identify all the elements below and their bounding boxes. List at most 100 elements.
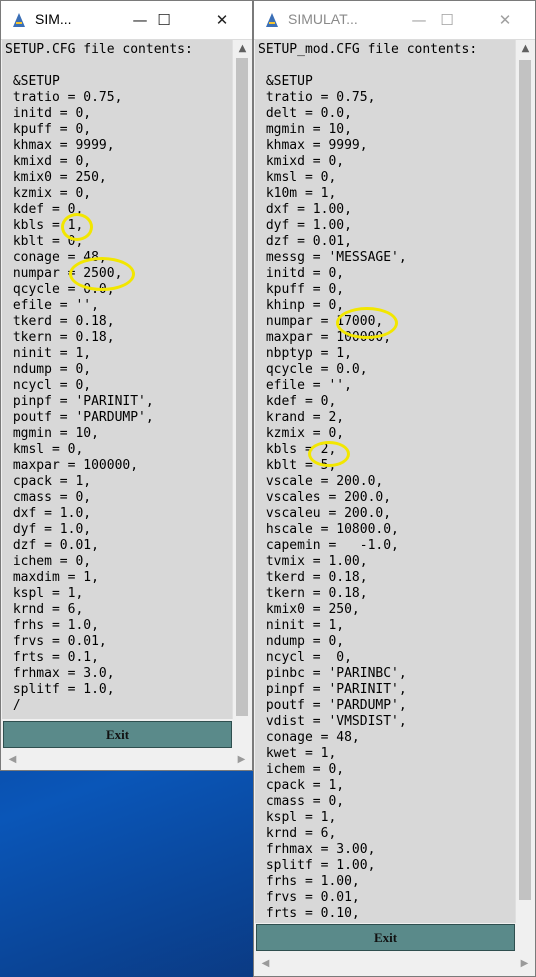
right-vertical-scrollbar[interactable]: ▲ (515, 40, 535, 923)
config-line: maxdim = 1, (5, 570, 99, 585)
left-vertical-scrollbar[interactable]: ▲ (232, 40, 252, 719)
scroll-left-arrow-icon[interactable]: ◀ (4, 751, 21, 768)
scroll-left-arrow-icon[interactable]: ◀ (257, 955, 274, 972)
right-scroll-thumb[interactable] (519, 60, 531, 900)
config-line: tkern = 0.18, (5, 330, 115, 345)
config-line: khmax = 9999, (5, 138, 115, 153)
config-line: frts = 0.1, (5, 650, 99, 665)
config-line: nbptyp = 1, (258, 346, 352, 361)
config-line: &SETUP (5, 74, 60, 89)
config-line: kbls = 1, (5, 218, 84, 233)
left-window-title: SIM... (35, 11, 72, 27)
config-line: vscales = 200.0, (258, 490, 392, 505)
highlight-numpar-left (69, 257, 135, 291)
config-line: kmixd = 0, (258, 154, 345, 169)
config-line: ichem = 0, (5, 554, 92, 569)
config-line: frts = 0.10, (258, 906, 360, 921)
config-line: / (5, 698, 21, 713)
config-line: kspl = 1, (258, 810, 337, 825)
config-line: frhmax = 3.00, (258, 842, 376, 857)
config-line: tkerd = 0.18, (258, 570, 368, 585)
scroll-up-arrow-icon[interactable]: ▲ (516, 40, 535, 57)
config-line: dyf = 1.00, (258, 218, 352, 233)
config-line: frhs = 1.0, (5, 618, 99, 633)
config-line: dyf = 1.0, (5, 522, 92, 537)
left-scroll-thumb[interactable] (236, 58, 248, 716)
config-line: kbls = 2, (258, 442, 337, 457)
config-line: kmix0 = 250, (5, 170, 107, 185)
config-line (5, 58, 233, 74)
config-line: dzf = 0.01, (5, 538, 99, 553)
left-title-bar[interactable]: SIM... — ☐ ✕ (1, 1, 252, 40)
config-line: SETUP_mod.CFG file contents: (258, 42, 478, 57)
config-line: poutf = 'PARDUMP', (258, 698, 407, 713)
config-line: khmax = 9999, (258, 138, 368, 153)
config-line: ninit = 1, (5, 346, 92, 361)
right-title-bar[interactable]: SIMULAT... — ☐ ✕ (254, 1, 535, 40)
close-button[interactable]: ✕ (482, 1, 528, 39)
config-line: tvmix = 1.00, (258, 554, 368, 569)
config-line: qcycle = 0.0, (258, 362, 368, 377)
config-line: maxpar = 100000, (5, 458, 139, 473)
config-line: vscale = 200.0, (258, 474, 384, 489)
config-line: dzf = 0.01, (258, 234, 352, 249)
right-exit-button[interactable]: Exit (256, 924, 515, 951)
left-text-area[interactable]: SETUP.CFG file contents: &SETUP tratio =… (2, 40, 252, 719)
config-line: mgmin = 10, (258, 122, 352, 137)
highlight-numpar-right (336, 307, 398, 339)
config-line: cpack = 1, (258, 778, 345, 793)
config-line: dxf = 1.0, (5, 506, 92, 521)
config-line: messg = 'MESSAGE', (258, 250, 407, 265)
config-line: ncycl = 0, (258, 650, 352, 665)
config-line: frhs = 1.00, (258, 874, 360, 889)
config-line: kdef = 0, (258, 394, 337, 409)
left-exit-button[interactable]: Exit (3, 721, 232, 748)
config-line: ncycl = 0, (5, 378, 92, 393)
close-button[interactable]: ✕ (199, 1, 245, 39)
right-horizontal-scrollbar[interactable]: ◀ ▶ (255, 955, 535, 972)
config-line: ichem = 0, (258, 762, 345, 777)
config-line: efile = '', (258, 378, 352, 393)
config-line: pinpf = 'PARINIT', (258, 682, 407, 697)
config-line: delt = 0.0, (258, 106, 352, 121)
config-line: frvs = 0.01, (5, 634, 107, 649)
config-line: splitf = 1.0, (5, 682, 115, 697)
maximize-button[interactable]: ☐ (424, 1, 470, 39)
python-feather-icon (13, 13, 25, 27)
maximize-button[interactable]: ☐ (141, 1, 187, 39)
config-line: ninit = 1, (258, 618, 345, 633)
scroll-up-arrow-icon[interactable]: ▲ (233, 40, 252, 57)
config-line: vscaleu = 200.0, (258, 506, 392, 521)
config-line: vdist = 'VMSDIST', (258, 714, 407, 729)
config-line: cmass = 0, (258, 794, 345, 809)
right-text-area[interactable]: SETUP_mod.CFG file contents: &SETUP trat… (255, 40, 535, 923)
config-line: kzmix = 0, (258, 426, 345, 441)
left-horizontal-scrollbar[interactable]: ◀ ▶ (2, 751, 252, 768)
config-line: mgmin = 10, (5, 426, 99, 441)
config-line: splitf = 1.00, (258, 858, 376, 873)
scroll-right-arrow-icon[interactable]: ▶ (233, 751, 250, 768)
right-window: SIMULAT... — ☐ ✕ SETUP_mod.CFG file cont… (253, 0, 536, 977)
config-line: tkern = 0.18, (258, 586, 368, 601)
config-line: pinbc = 'PARINBC', (258, 666, 407, 681)
config-line: &SETUP (258, 74, 313, 89)
scroll-right-arrow-icon[interactable]: ▶ (516, 955, 533, 972)
config-line: kzmix = 0, (5, 186, 92, 201)
config-line: tkerd = 0.18, (5, 314, 115, 329)
config-line: SETUP.CFG file contents: (5, 42, 193, 57)
config-line: kpuff = 0, (258, 282, 345, 297)
config-line: kmsl = 0, (5, 442, 84, 457)
highlight-kbls-left (61, 213, 93, 241)
config-line: kspl = 1, (5, 586, 84, 601)
config-line: initd = 0, (258, 266, 345, 281)
config-line: pinpf = 'PARINIT', (5, 394, 154, 409)
config-line: dxf = 1.00, (258, 202, 352, 217)
left-window: SIM... — ☐ ✕ SETUP.CFG file contents: &S… (0, 0, 253, 771)
config-line: capemin = -1.0, (258, 538, 399, 553)
config-line: ndump = 0, (5, 362, 92, 377)
config-line: kmsl = 0, (258, 170, 337, 185)
config-line: krnd = 6, (5, 602, 84, 617)
config-line: conage = 48, (258, 730, 360, 745)
right-file-contents: SETUP_mod.CFG file contents: &SETUP trat… (255, 40, 516, 923)
config-line: initd = 0, (5, 106, 92, 121)
